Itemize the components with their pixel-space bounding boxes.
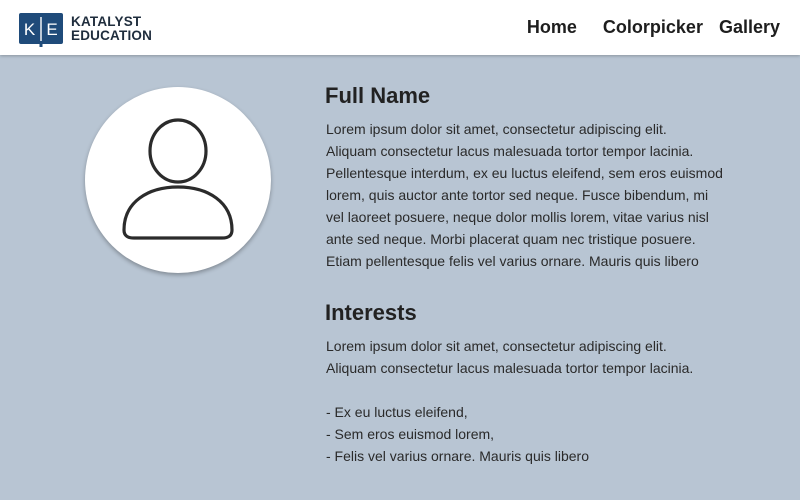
top-navbar: K E KATALYST EDUCATION Home Colorpicker … — [0, 0, 800, 55]
katalyst-logo[interactable]: K E KATALYST EDUCATION — [19, 13, 152, 47]
logo-letter-e: E — [46, 20, 57, 39]
user-icon — [122, 118, 234, 240]
main-nav: Home Colorpicker Gallery — [527, 0, 780, 55]
logo-line-2: EDUCATION — [71, 28, 153, 43]
interest-item: - Ex eu luctus eleifend, — [326, 404, 468, 420]
logo-letter-k: K — [24, 20, 36, 39]
bio-text: Lorem ipsum dolor sit amet, consectetur … — [326, 121, 723, 269]
profile-avatar — [85, 87, 271, 273]
interests-section: Interests Lorem ipsum dolor sit amet, co… — [325, 300, 745, 467]
interest-item: - Sem eros euismod lorem, — [326, 426, 495, 442]
interest-item: - Felis vel varius ornare. Mauris quis l… — [326, 448, 589, 464]
logo-line-1: KATALYST — [71, 14, 142, 29]
logo-wordmark: KATALYST EDUCATION — [71, 15, 152, 43]
logo-mark-icon: K E — [19, 13, 63, 47]
interests-intro-text: Lorem ipsum dolor sit amet, consectetur … — [326, 338, 694, 376]
interests-list: - Ex eu luctus eleifend, - Sem eros euism… — [326, 401, 745, 467]
profile-section: Full Name Lorem ipsum dolor sit amet, co… — [325, 80, 725, 272]
nav-colorpicker-link[interactable]: Colorpicker — [603, 17, 703, 38]
nav-home-link[interactable]: Home — [527, 17, 577, 38]
full-name-heading: Full Name — [325, 83, 431, 108]
interests-heading: Interests — [325, 300, 417, 325]
nav-gallery-link[interactable]: Gallery — [719, 17, 780, 38]
